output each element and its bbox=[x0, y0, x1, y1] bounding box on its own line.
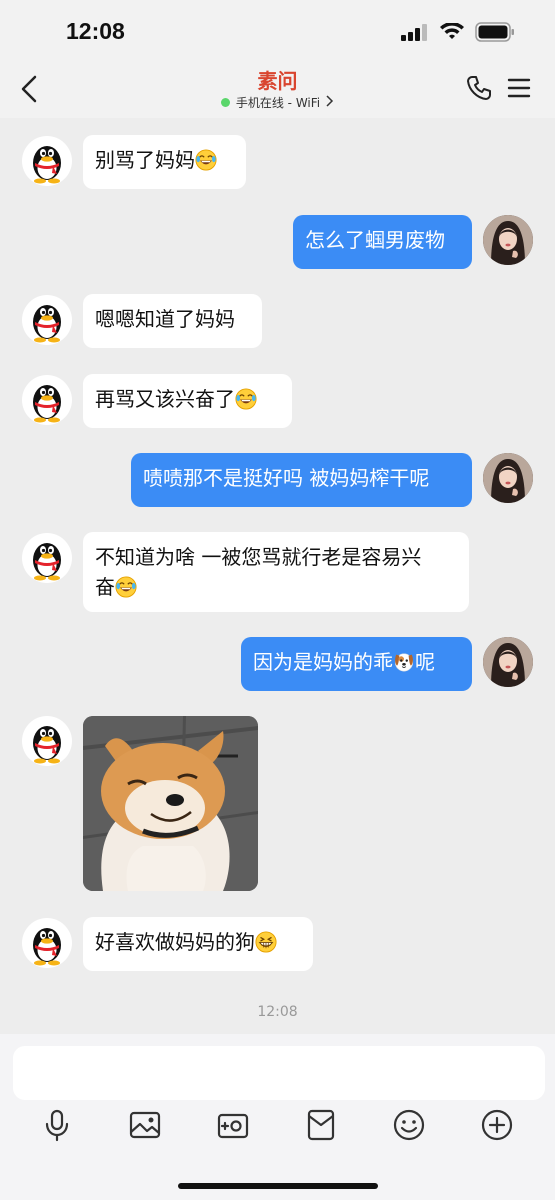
shiba-inu-image bbox=[83, 716, 258, 891]
menu-icon[interactable] bbox=[507, 76, 531, 100]
contact-avatar[interactable] bbox=[22, 918, 72, 968]
microphone-icon[interactable] bbox=[40, 1108, 74, 1142]
add-plus-icon[interactable] bbox=[480, 1108, 514, 1142]
chevron-right-icon bbox=[326, 95, 334, 107]
grinning-squint-emoji-icon bbox=[255, 931, 277, 953]
laughing-tears-emoji-icon bbox=[235, 388, 257, 410]
battery-icon bbox=[475, 22, 514, 42]
contact-avatar[interactable] bbox=[22, 295, 72, 345]
message-bubble[interactable]: 再骂又该兴奋了 bbox=[83, 374, 292, 428]
my-avatar[interactable] bbox=[483, 215, 533, 265]
message-list[interactable]: 别骂了妈妈 怎么了蝈男废物 嗯嗯知道了妈妈 再骂又该兴奋了 啧啧那不是挺好吗 被… bbox=[0, 118, 555, 1034]
laughing-tears-emoji-icon bbox=[115, 576, 137, 598]
wifi-icon bbox=[440, 23, 464, 39]
laughing-tears-emoji-icon bbox=[195, 149, 217, 171]
online-status-text: 手机在线 - WiFi bbox=[235, 96, 321, 110]
message-text: 再骂又该兴奋了 bbox=[95, 387, 235, 411]
my-avatar[interactable] bbox=[483, 453, 533, 503]
status-bar: 12:08 bbox=[0, 0, 555, 62]
message-text: 啧啧那不是挺好吗 被妈妈榨干呢 bbox=[143, 466, 430, 490]
status-icons bbox=[401, 22, 515, 42]
emoji-icon[interactable] bbox=[392, 1108, 426, 1142]
photo-album-icon[interactable] bbox=[128, 1108, 162, 1142]
contact-avatar[interactable] bbox=[22, 136, 72, 186]
message-text-end: 呢 bbox=[415, 650, 435, 674]
message-text: 别骂了妈妈 bbox=[95, 148, 195, 172]
message-text: 好喜欢做妈妈的狗 bbox=[95, 930, 255, 954]
message-bubble[interactable]: 怎么了蝈男废物 bbox=[293, 215, 472, 269]
message-bubble[interactable]: 啧啧那不是挺好吗 被妈妈榨干呢 bbox=[131, 453, 472, 507]
message-bubble[interactable]: 因为是妈妈的乖呢 bbox=[241, 637, 472, 691]
message-input[interactable] bbox=[13, 1046, 545, 1100]
message-timestamp: 12:08 bbox=[257, 1004, 298, 1020]
message-bubble[interactable]: 好喜欢做妈妈的狗 bbox=[83, 917, 313, 971]
message-bubble[interactable]: 嗯嗯知道了妈妈 bbox=[83, 294, 262, 348]
cellular-signal-icon bbox=[401, 24, 427, 41]
message-bubble[interactable]: 不知道为啥 一被您骂就行老是容易兴奋 bbox=[83, 532, 469, 612]
dog-face-emoji-icon bbox=[393, 651, 415, 673]
message-text: 怎么了蝈男废物 bbox=[305, 228, 445, 252]
contact-avatar[interactable] bbox=[22, 375, 72, 425]
online-dot-icon bbox=[220, 98, 230, 107]
contact-avatar[interactable] bbox=[22, 716, 72, 766]
message-bubble[interactable]: 别骂了妈妈 bbox=[83, 135, 246, 189]
message-text-line1: 不知道为啥 一被您骂就行老是容易兴 bbox=[95, 545, 422, 569]
message-text-line2: 奋 bbox=[95, 575, 115, 599]
status-time: 12:08 bbox=[66, 18, 125, 44]
shiba-inu-photo[interactable] bbox=[83, 716, 258, 891]
my-avatar[interactable] bbox=[483, 637, 533, 687]
chat-header: 素问 手机在线 - WiFi bbox=[0, 62, 555, 118]
message-text: 嗯嗯知道了妈妈 bbox=[95, 307, 235, 331]
camera-icon[interactable] bbox=[216, 1108, 250, 1142]
phone-call-icon[interactable] bbox=[465, 74, 493, 102]
toolbar bbox=[0, 1108, 555, 1148]
contact-avatar[interactable] bbox=[22, 533, 72, 583]
message-text: 因为是妈妈的乖 bbox=[253, 650, 393, 674]
red-packet-icon[interactable] bbox=[304, 1108, 338, 1142]
home-indicator[interactable] bbox=[178, 1183, 378, 1189]
input-bar bbox=[0, 1034, 555, 1200]
